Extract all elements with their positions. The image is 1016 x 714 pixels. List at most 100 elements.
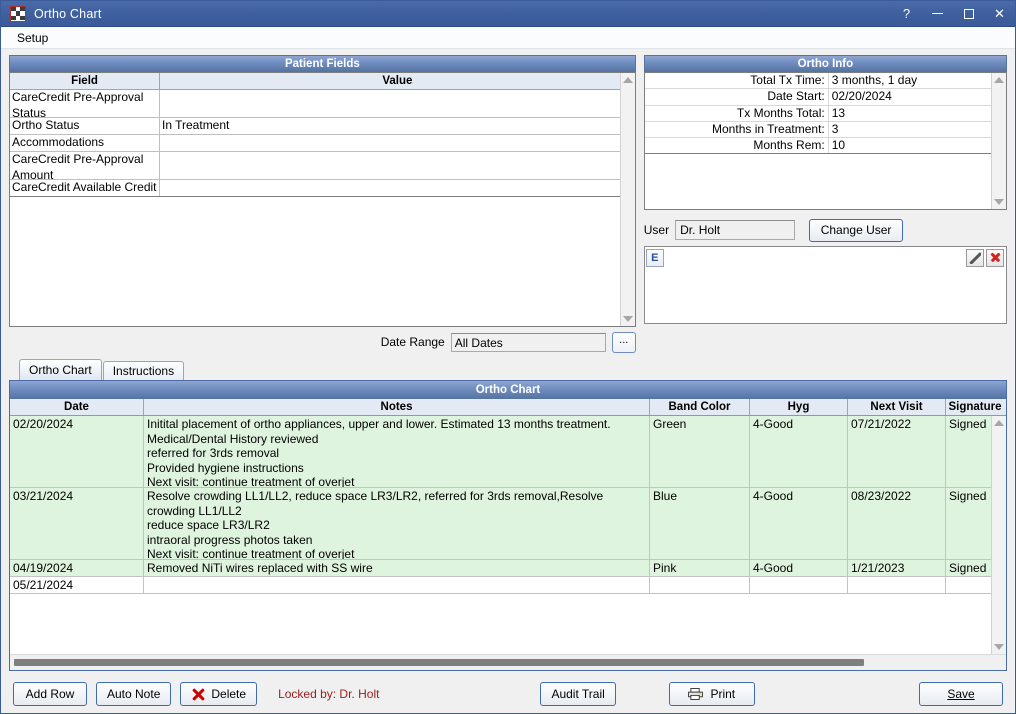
audit-trail-button[interactable]: Audit Trail [540,682,616,706]
tab-ortho-chart[interactable]: Ortho Chart [19,359,102,380]
scroll-up-icon[interactable] [622,77,633,83]
help-button[interactable]: ? [891,1,922,27]
info-row: Months Rem: 10 [644,138,1006,155]
delete-x-icon [191,687,206,702]
ortho-chart-title: Ortho Chart [10,381,1006,399]
maximize-button[interactable] [953,1,984,27]
cell-date: 05/21/2024 [10,577,144,593]
table-row[interactable]: Accommodations [10,135,635,152]
window-controls: ? ✕ [891,1,1015,27]
ortho-info-grid: Total Tx Time: 3 months, 1 day Date Star… [643,72,1007,210]
scrollbar-thumb[interactable] [14,659,864,666]
field-value [160,152,635,179]
info-row: Total Tx Time: 3 months, 1 day [644,73,1006,90]
column-header-signature[interactable]: Signature [946,399,1004,415]
column-header-next-visit[interactable]: Next Visit [848,399,946,415]
cell-hyg: 4-Good [750,488,848,559]
patient-fields-body: CareCredit Pre-Approval Status Ortho Sta… [10,90,635,326]
cell-notes [144,577,650,593]
auto-note-button[interactable]: Auto Note [96,682,172,706]
user-input[interactable]: Dr. Holt [675,220,796,240]
close-button[interactable]: ✕ [984,1,1015,27]
edit-note-button[interactable] [966,248,984,267]
locked-status-text: Locked by: Dr. Holt [278,687,380,701]
table-row[interactable]: 05/21/2024 [10,577,1006,594]
cell-hyg [750,577,848,593]
info-key: Date Start: [767,89,825,104]
print-button-label: Print [710,687,736,701]
change-user-button[interactable]: Change User [809,218,904,242]
patient-fields-header-row: Field Value [10,73,635,90]
info-key: Months Rem: [753,138,825,153]
ortho-chart-body: 02/20/2024 Initital placement of ortho a… [10,416,1006,654]
info-value: 3 months, 1 day [827,73,1006,89]
ortho-info-panel: Ortho Info Total Tx Time: 3 months, 1 da… [643,55,1007,324]
ortho-chart-window: Ortho Chart ? ✕ Setup Patient Fields Fie… [0,0,1016,714]
patient-fields-grid: Field Value CareCredit Pre-Approval Stat… [9,72,636,327]
info-key: Months in Treatment: [712,121,825,136]
user-note-box[interactable]: E [643,246,1007,324]
info-value: 10 [827,138,1006,154]
cell-notes: Resolve crowding LL1/LL2, reduce space L… [144,488,650,559]
scroll-down-icon[interactable] [994,644,1004,650]
date-range-browse-button[interactable]: ... [611,331,636,353]
minimize-button[interactable] [922,1,953,27]
scroll-up-icon[interactable] [994,77,1004,83]
user-label: User [643,223,670,237]
tab-instructions[interactable]: Instructions [102,361,185,380]
table-row[interactable]: 02/20/2024 Initital placement of ortho a… [10,416,1006,488]
table-row[interactable]: CareCredit Pre-Approval Status [10,90,635,120]
info-key: Tx Months Total: [736,105,825,120]
ortho-info-scrollbar[interactable] [991,73,1006,209]
field-name: CareCredit Pre-Approval Status [10,90,160,120]
column-header-hyg[interactable]: Hyg [750,399,848,415]
table-row[interactable]: 04/19/2024 Removed NiTi wires replaced w… [10,560,1006,577]
scroll-up-icon[interactable] [994,420,1004,426]
table-row[interactable]: CareCredit Available Credit [10,180,635,197]
date-range-input[interactable]: All Dates [450,332,606,352]
field-value: In Treatment [162,118,230,132]
table-row[interactable]: Ortho Status In Treatment [10,118,635,135]
cell-band-color: Green [650,416,750,487]
field-value [160,90,635,117]
column-header-date[interactable]: Date [10,399,144,415]
delete-button[interactable]: Delete [180,682,258,706]
cell-hyg: 4-Good [750,560,848,576]
column-header-band-color[interactable]: Band Color [650,399,750,415]
menu-item-setup[interactable]: Setup [11,29,54,47]
delete-note-button[interactable] [986,248,1004,267]
field-name: CareCredit Pre-Approval Amount [10,152,160,182]
date-range-label: Date Range [380,335,445,349]
ortho-chart-scrollbar[interactable] [991,416,1006,654]
delete-button-label: Delete [211,687,247,701]
cell-date: 04/19/2024 [10,560,144,576]
printer-icon [688,688,704,700]
cell-band-color: Pink [650,560,750,576]
field-name: Ortho Status [10,118,160,134]
column-header-notes[interactable]: Notes [144,399,650,415]
table-row[interactable]: CareCredit Pre-Approval Amount [10,152,635,182]
add-row-button[interactable]: Add Row [13,682,87,706]
save-button-label: Save [947,687,975,701]
editor-button[interactable]: E [645,248,664,267]
patient-fields-panel: Patient Fields Field Value CareCredit Pr… [9,55,636,353]
column-header-value: Value [382,75,413,87]
scroll-down-icon[interactable] [622,316,633,322]
info-value: 02/20/2024 [827,89,1006,105]
patient-fields-scrollbar[interactable] [619,73,635,326]
tab-bar: Ortho Chart Instructions [9,359,1007,380]
save-button[interactable]: Save [919,682,1003,706]
column-header-field: Field [10,73,160,89]
menu-bar: Setup [1,27,1015,49]
print-button[interactable]: Print [668,682,755,706]
close-icon [990,252,1001,263]
ortho-chart-header-row: Date Notes Band Color Hyg Next Visit Sig… [10,399,1006,416]
note-actions [966,248,1004,267]
ortho-chart-hscrollbar[interactable] [10,654,1006,670]
cell-band-color [650,577,750,593]
table-row[interactable]: 03/21/2024 Resolve crowding LL1/LL2, red… [10,488,1006,560]
scroll-down-icon[interactable] [994,199,1004,205]
date-range-row: Date Range All Dates ... [9,331,636,353]
cell-hyg: 4-Good [750,416,848,487]
cell-next-visit: 1/21/2023 [848,560,946,576]
